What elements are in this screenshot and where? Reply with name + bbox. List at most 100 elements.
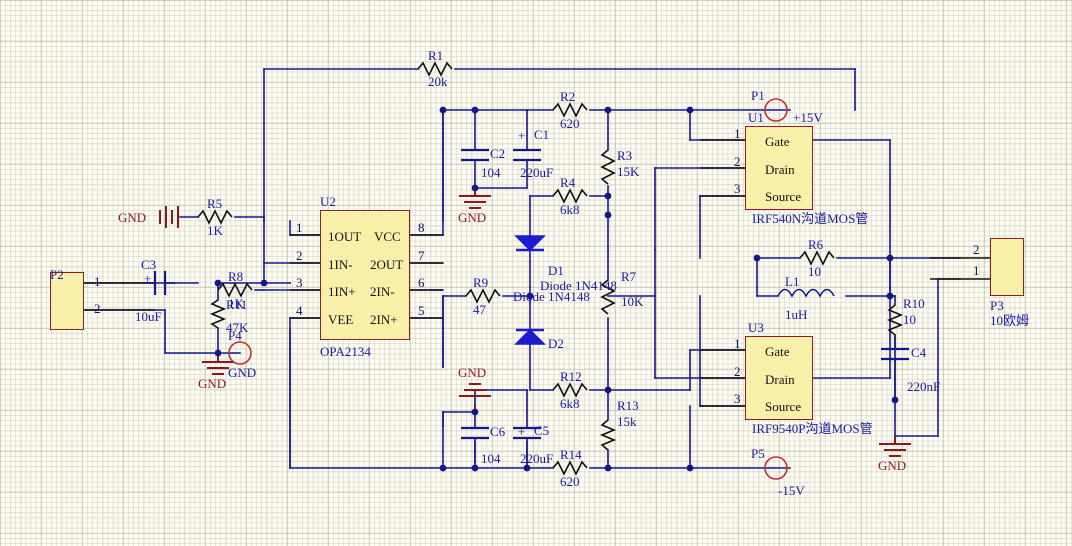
u2-pin-1out: 1OUT [328,229,362,244]
p1-ref: P1 [751,88,765,103]
u2-pinnum-2: 2 [296,248,303,263]
u2-pinnum-5: 5 [418,303,425,318]
u1-pinnum-1: 1 [734,126,741,141]
u2-pin-vee: VEE [328,312,354,327]
u2-pinnum-3: 3 [296,275,303,290]
u2-ref: U2 [320,194,336,209]
u1-pinnum-3: 3 [734,181,741,196]
u1-pin-gate: Gate [765,134,790,149]
r10-ref: R10 [903,296,925,311]
r3-ref: R3 [617,148,633,163]
p1-value: +15V [793,110,823,125]
u2-pin-2in-neg: 2IN- [370,284,395,299]
c3-ref: C3 [141,257,157,272]
r5-ref: R5 [207,196,223,211]
r11-value: 47K [226,320,249,335]
u2-pinnum-7: 7 [418,248,425,263]
r5-value: 1K [207,223,223,238]
r13-ref: R13 [617,398,639,413]
c1-value: 220uF [520,165,554,180]
c5-polarity-plus: + [518,424,526,439]
u2-pinnum-8: 8 [418,220,425,235]
gnd-label-c4: GND [878,458,907,473]
p5-value: -15V [778,483,805,498]
u3-ref: U3 [748,320,764,335]
u2-pin-vcc: VCC [374,229,401,244]
d2-value: Diode 1N4148 [513,289,590,304]
c5-value: 220uF [520,451,554,466]
r6-value: 10 [808,264,821,279]
u3-pinnum-3: 3 [734,391,741,406]
d1-ref: D1 [548,263,564,278]
r6-ref: R6 [808,237,824,252]
r3-value: 15K [617,164,640,179]
p3-pinnum-1: 1 [973,263,980,278]
l1-value: 1uH [785,307,808,322]
component-p3-body[interactable] [990,238,1024,296]
u1-pinnum-2: 2 [734,154,741,169]
p3-ref: P3 [990,298,1004,313]
u2-value: OPA2134 [320,344,371,359]
c4-value: 220nF [907,379,941,394]
r2-ref: R2 [560,89,576,104]
p3-pinnum-2: 2 [973,242,980,257]
d2-ref: D2 [548,336,564,351]
p2-pinnum-2: 2 [94,301,101,316]
c3-polarity-plus: + [144,271,152,286]
gnd-label-p2: GND [198,376,227,391]
p3-value: 10欧姆 [990,313,1030,328]
r1-value: 20k [428,74,448,89]
u2-pin-2out: 2OUT [370,257,404,272]
u1-pin-source: Source [765,189,802,204]
r11-ref: R11 [226,297,248,312]
r1-ref: R1 [428,48,444,63]
u2-pin-2in-pos: 2IN+ [370,312,398,327]
gnd-label-c2: GND [458,210,487,225]
r10-value: 10 [903,312,916,327]
r4-ref: R4 [560,175,576,190]
r12-value: 6k8 [560,396,580,411]
u2-pin-1in-pos: 1IN+ [328,284,356,299]
u2-pinnum-1: 1 [296,220,303,235]
p2-ref: P2 [50,267,64,282]
u2-pin-1in-neg: 1IN- [328,257,353,272]
r9-value: 47 [473,302,486,317]
r8-ref: R8 [228,269,244,284]
r14-ref: R14 [560,447,582,462]
c2-ref: C2 [490,146,506,161]
schematic-canvas: U2 OPA2134 1OUT 1IN- 1IN+ VEE VCC 2OUT 2… [0,0,1072,546]
c3-value: 10uF [135,309,162,324]
r14-value: 620 [560,474,580,489]
r12-ref: R12 [560,369,582,384]
gnd-label-c6: GND [458,365,487,380]
l1-ref: L1 [785,274,800,289]
r4-value: 6k8 [560,202,580,217]
r7-ref: R7 [621,269,637,284]
p4-value: GND [228,365,257,380]
u3-pin-source: Source [765,399,802,414]
u1-ref: U1 [748,110,764,125]
u3-pinnum-2: 2 [734,364,741,379]
r2-value: 620 [560,116,580,131]
c1-polarity-plus: + [518,128,526,143]
p5-ref: P5 [751,446,765,461]
r9-ref: R9 [473,275,489,290]
r13-value: 15k [617,414,637,429]
u3-pin-gate: Gate [765,344,790,359]
u1-value: IRF540N沟道MOS管 [752,211,869,226]
u3-pin-drain: Drain [765,372,795,387]
r7-value: 10K [621,294,644,309]
c6-value: 104 [481,451,501,466]
u2-pinnum-4: 4 [296,303,303,318]
u2-pinnum-6: 6 [418,275,425,290]
gnd-label-left-source: GND [118,210,147,225]
c2-value: 104 [481,165,501,180]
p2-pinnum-1: 1 [94,274,101,289]
c6-ref: C6 [490,424,506,439]
c4-ref: C4 [911,345,927,360]
c1-ref: C1 [534,127,550,142]
u3-pinnum-1: 1 [734,336,741,351]
u1-pin-drain: Drain [765,162,795,177]
u3-value: IRF9540P沟道MOS管 [752,421,873,436]
c5-ref: C5 [534,423,550,438]
